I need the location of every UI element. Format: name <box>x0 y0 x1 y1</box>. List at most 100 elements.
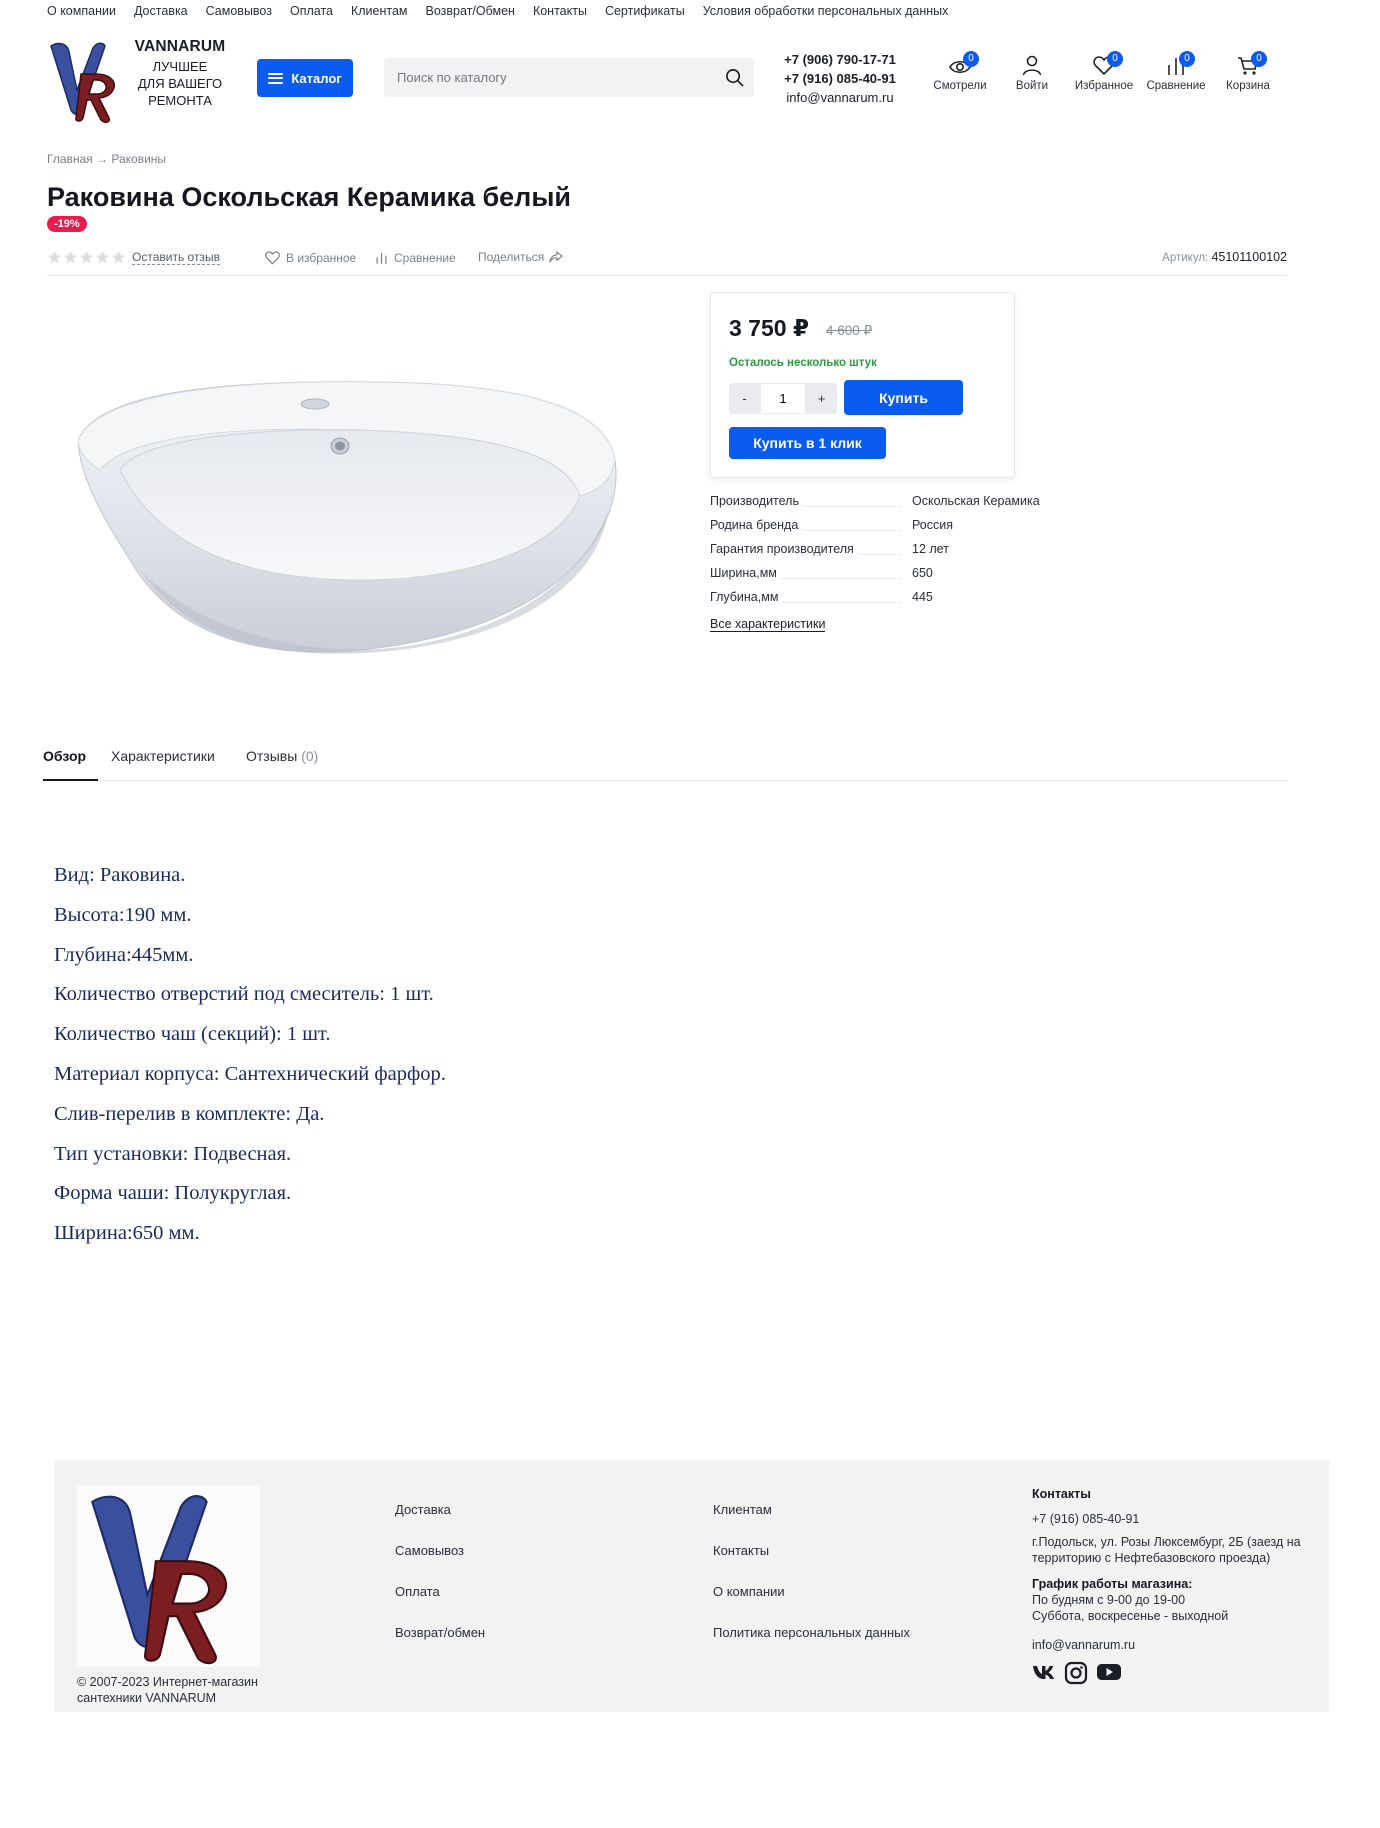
footer-phone[interactable]: +7 (916) 085-40-91 <box>1032 1511 1332 1527</box>
description-line: Количество чаш (секций): 1 шт. <box>54 1023 331 1046</box>
old-price: 4 600 ₽ <box>826 323 873 338</box>
compare-count-badge: 0 <box>1179 51 1195 67</box>
description-line: Глубина:445мм. <box>54 943 194 966</box>
product-actions: Оставить отзыв В избранное Сравнение Под… <box>47 248 1287 270</box>
stock-status: Осталось несколько штук <box>729 357 877 369</box>
breadcrumb-current[interactable]: Раковины <box>111 152 166 166</box>
top-nav-link[interactable]: Клиентам <box>351 4 408 18</box>
top-nav-link[interactable]: Контакты <box>533 4 587 18</box>
sku-value: 45101100102 <box>1211 250 1287 264</box>
footer-link[interactable]: Политика персональных данных <box>713 1625 910 1666</box>
product-tabs: Обзор Характеристики Отзывы (0) <box>43 748 1288 781</box>
search-input[interactable] <box>384 58 704 97</box>
quantity-decrease-button[interactable]: - <box>729 383 760 414</box>
compare-label: Сравнение <box>1146 80 1206 92</box>
youtube-icon[interactable] <box>1096 1661 1122 1683</box>
spec-key: Глубина,мм <box>710 590 783 604</box>
copyright: © 2007-2023 Интернет-магазин сантехники … <box>77 1675 258 1705</box>
quantity-increase-button[interactable]: + <box>806 383 837 414</box>
leave-review-link[interactable]: Оставить отзыв <box>132 250 220 265</box>
description-line: Материал корпуса: Сантехнический фарфор. <box>54 1062 446 1085</box>
search-icon[interactable] <box>725 68 744 87</box>
all-specs-link[interactable]: Все характеристики <box>710 617 826 632</box>
footer-email[interactable]: info@vannarum.ru <box>1032 1637 1332 1653</box>
favorites-button[interactable]: 0 Избранное <box>1071 51 1137 92</box>
footer-link[interactable]: О компании <box>713 1584 910 1625</box>
price: 3 750 ₽ <box>729 315 809 341</box>
tab-label: Отзывы <box>246 748 298 764</box>
quantity-input[interactable] <box>760 383 806 414</box>
description-line: Высота:190 мм. <box>54 903 192 926</box>
discount-badge: -19% <box>47 216 87 232</box>
footer-link[interactable]: Контакты <box>713 1543 910 1584</box>
top-nav-link[interactable]: Сертификаты <box>605 4 685 18</box>
footer-address: г.Подольск, ул. Розы Люксембург, 2Б (зае… <box>1032 1535 1301 1565</box>
product-description: Вид: Раковина. Высота:190 мм. Глубина:44… <box>54 860 446 1258</box>
spec-key: Родина бренда <box>710 518 803 532</box>
share-icon <box>549 251 563 263</box>
favorites-count-badge: 0 <box>1107 51 1123 67</box>
footer-link[interactable]: Самовывоз <box>395 1543 485 1584</box>
description-line: Ширина:650 мм. <box>54 1222 200 1245</box>
phone-link[interactable]: +7 (916) 085-40-91 <box>780 69 900 88</box>
top-nav-link[interactable]: Доставка <box>134 4 188 18</box>
email-link[interactable]: info@vannarum.ru <box>780 88 900 107</box>
instagram-icon[interactable] <box>1064 1661 1088 1685</box>
spec-row: Глубина,мм 445 <box>710 590 1050 614</box>
top-nav-link[interactable]: Возврат/Обмен <box>426 4 515 18</box>
tab-label: Обзор <box>43 748 87 764</box>
top-nav-link[interactable]: Самовывоз <box>206 4 272 18</box>
login-button[interactable]: Войти <box>999 54 1065 92</box>
add-to-compare-button[interactable]: Сравнение <box>374 250 456 265</box>
schedule-weekend: Суббота, воскресенье - выходной <box>1032 1609 1229 1623</box>
breadcrumb-home[interactable]: Главная <box>47 152 93 166</box>
share-button[interactable]: Поделиться <box>478 250 563 264</box>
tagline-line: ДЛЯ ВАШЕГО <box>137 76 223 91</box>
tab-reviews[interactable]: Отзывы (0) <box>246 748 318 781</box>
spec-row: Гарантия производителя 12 лет <box>710 542 1050 566</box>
header-contacts: +7 (906) 790-17-71 +7 (916) 085-40-91 in… <box>780 50 900 107</box>
spec-value: 650 <box>912 566 933 580</box>
footer-link[interactable]: Доставка <box>395 1502 485 1543</box>
star-icon <box>80 251 93 264</box>
star-icon <box>112 251 125 264</box>
compare-button[interactable]: 0 Сравнение <box>1143 51 1209 92</box>
catalog-button[interactable]: Каталог <box>257 59 353 97</box>
tagline-line: РЕМОНТА <box>148 93 212 108</box>
spec-value: 12 лет <box>912 542 949 556</box>
buy-one-click-button[interactable]: Купить в 1 клик <box>729 427 886 459</box>
description-line: Количество отверстий под смеситель: 1 шт… <box>54 983 434 1006</box>
brand: VANNARUM ЛУЧШЕЕ ДЛЯ ВАШЕГО РЕМОНТА <box>130 38 230 109</box>
product-image[interactable] <box>60 330 640 690</box>
share-label: Поделиться <box>478 250 545 264</box>
cart-count-badge: 0 <box>1251 51 1267 67</box>
user-icon <box>1022 55 1042 76</box>
top-nav-link[interactable]: Условия обработки персональных данных <box>703 4 949 18</box>
buy-box: 3 750 ₽ 4 600 ₽ Осталось несколько штук … <box>710 292 1015 478</box>
logo[interactable] <box>47 38 127 124</box>
spec-key: Гарантия производителя <box>710 542 858 556</box>
vk-icon[interactable] <box>1032 1661 1056 1683</box>
buy-button[interactable]: Купить <box>844 380 963 415</box>
rating-stars[interactable] <box>47 250 126 265</box>
tagline-line: ЛУЧШЕЕ <box>152 59 208 74</box>
footer-link[interactable]: Клиентам <box>713 1502 910 1543</box>
footer-logo[interactable] <box>77 1485 260 1667</box>
spec-value: Оскольская Керамика <box>912 494 1040 508</box>
phone-link[interactable]: +7 (906) 790-17-71 <box>780 50 900 69</box>
tab-specifications[interactable]: Характеристики <box>111 748 215 781</box>
viewed-button[interactable]: 0 Смотрели <box>927 51 993 92</box>
viewed-label: Смотрели <box>933 80 987 92</box>
cart-button[interactable]: 0 Корзина <box>1215 51 1281 92</box>
footer: © 2007-2023 Интернет-магазин сантехники … <box>54 1460 1329 1712</box>
breadcrumb: Главная → Раковины <box>47 152 166 166</box>
spec-row: Производитель Оскольская Керамика <box>710 494 1050 518</box>
star-icon <box>96 251 109 264</box>
tab-overview[interactable]: Обзор <box>43 748 98 781</box>
add-to-favorites-button[interactable]: В избранное <box>264 250 356 265</box>
footer-link[interactable]: Возврат/обмен <box>395 1625 485 1666</box>
favorites-label: Избранное <box>1074 80 1134 92</box>
footer-link[interactable]: Оплата <box>395 1584 485 1625</box>
top-nav-link[interactable]: Оплата <box>290 4 333 18</box>
top-nav-link[interactable]: О компании <box>47 4 116 18</box>
